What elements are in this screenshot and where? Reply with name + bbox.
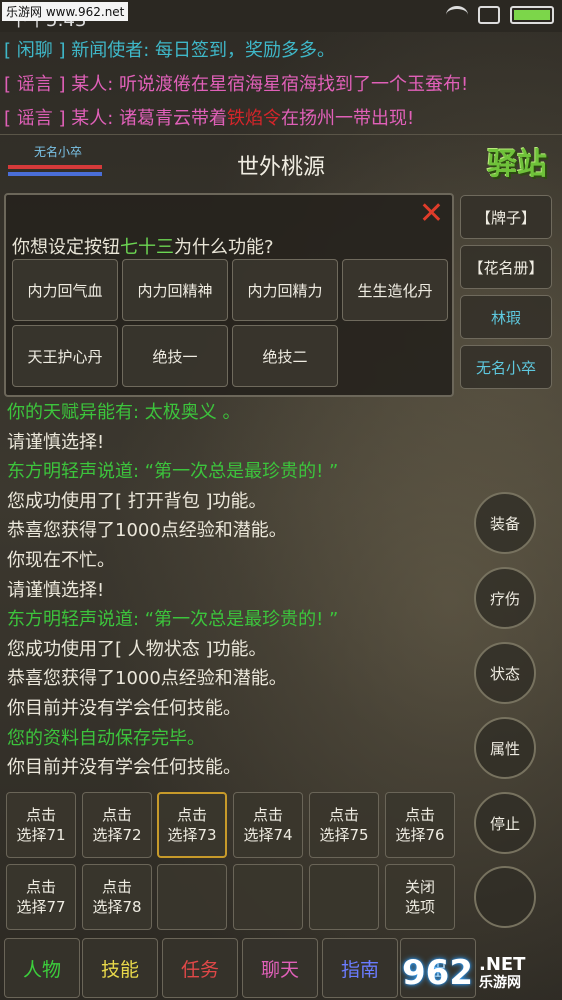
- wifi-icon: [446, 6, 468, 24]
- function-option[interactable]: 绝技二: [232, 325, 338, 387]
- function-option[interactable]: 生生造化丹: [342, 259, 448, 321]
- logo-suffix: .NET: [478, 954, 526, 975]
- choice-button[interactable]: 点击 选择71: [6, 792, 76, 858]
- log-line: 你的天赋异能有: 太极奥义 。: [7, 402, 241, 423]
- log-line: 东方明轻声说道: “第一次总是最珍贵的! ”: [7, 609, 339, 631]
- equip-button[interactable]: 装备: [474, 492, 536, 554]
- close-options-button[interactable]: 关闭 选项: [385, 864, 455, 930]
- sim-icon: [478, 6, 500, 24]
- nav-character[interactable]: 人物: [4, 938, 80, 998]
- function-option[interactable]: 绝技一: [122, 325, 228, 387]
- log-line: 您成功使用了[ 打开背包 ]功能。: [7, 490, 267, 512]
- logo-number: 962: [402, 953, 473, 993]
- logo-sub: 乐游网: [478, 975, 521, 991]
- location-title: 世外桃源: [236, 155, 325, 180]
- broadcast-text: 新闻使者: 每日签到，奖励多多。: [65, 40, 336, 61]
- function-option[interactable]: 内力回精力: [232, 259, 338, 321]
- status-icons: [446, 6, 554, 24]
- log-line: 恭喜您获得了1000点经验和潜能。: [7, 668, 287, 690]
- function-option[interactable]: 内力回精神: [122, 259, 228, 321]
- choice-button[interactable]: 点击 选择78: [82, 864, 152, 930]
- sign-button[interactable]: 【牌子】: [460, 195, 552, 239]
- function-option[interactable]: 内力回气血: [12, 259, 118, 321]
- location-header: 无名小卒 世外桃源 驿站: [0, 134, 562, 190]
- dialog-question: 你想设定按钮七十三为什么功能?: [12, 233, 274, 259]
- site-logo: 962 .NET 乐游网: [402, 948, 558, 998]
- nav-quests[interactable]: 任务: [162, 938, 238, 998]
- log-line: 请谨慎选择!: [7, 579, 105, 601]
- stop-button[interactable]: 停止: [474, 792, 536, 854]
- npc-button[interactable]: 林瑕: [460, 295, 552, 339]
- broadcast-text: 在扬州一带出现!: [281, 108, 415, 129]
- roster-button[interactable]: 【花名册】: [460, 245, 552, 289]
- log-line: 您的资料自动保存完毕。: [7, 727, 205, 749]
- choice-button[interactable]: 点击 选择72: [82, 792, 152, 858]
- log-line: 你目前并没有学会任何技能。: [7, 757, 241, 779]
- broadcast-messages: [ 闲聊 ] 新闻使者: 每日签到，奖励多多。[ 谣言 ] 某人: 听说渡倦在星…: [4, 34, 558, 136]
- item-name: 铁焰令: [227, 108, 282, 129]
- heal-button[interactable]: 疗伤: [474, 567, 536, 629]
- nav-chat[interactable]: 聊天: [242, 938, 318, 998]
- nav-skills[interactable]: 技能: [82, 938, 158, 998]
- choice-button[interactable]: 点击 选择74: [233, 792, 303, 858]
- log-line: 您成功使用了[ 人物状态 ]功能。: [7, 638, 267, 660]
- close-icon[interactable]: ✕: [419, 199, 444, 229]
- question-suffix: 为什么功能?: [174, 237, 274, 258]
- empty-button[interactable]: [474, 866, 536, 928]
- choice-button[interactable]: 点击 选择73: [157, 792, 227, 858]
- message-log: 你的天赋异能有: 太极奥义 。请谨慎选择! 东方明轻声说道: “第一次总是最珍贵的…: [4, 398, 454, 784]
- broadcast-line: [ 谣言 ] 某人: 听说渡倦在星宿海星宿海找到了一个玉蚕布!: [4, 68, 558, 102]
- broadcast-text: 某人: 诸葛青云带着: [65, 108, 228, 129]
- button-name: 七十三: [120, 237, 174, 258]
- empty-choice-slot[interactable]: [157, 864, 227, 930]
- broadcast-tag: [ 谣言 ]: [4, 74, 66, 95]
- broadcast-line: [ 闲聊 ] 新闻使者: 每日签到，奖励多多。: [4, 34, 558, 68]
- empty-choice-slot[interactable]: [233, 864, 303, 930]
- log-line: 你目前并没有学会任何技能。: [7, 697, 241, 719]
- choice-button[interactable]: 点击 选择75: [309, 792, 379, 858]
- log-line: 请谨慎选择!: [7, 431, 105, 453]
- function-setting-dialog: ✕ 你想设定按钮七十三为什么功能? 内力回气血 内力回精神 内力回精力 生生造化丹天王…: [4, 193, 454, 397]
- station-button[interactable]: 驿站: [484, 135, 550, 187]
- player-button[interactable]: 无名小卒: [460, 345, 552, 389]
- broadcast-tag: [ 谣言 ]: [4, 108, 66, 129]
- choice-button[interactable]: 点击 选择77: [6, 864, 76, 930]
- attribute-button[interactable]: 属性: [474, 717, 536, 779]
- question-prefix: 你想设定按钮: [12, 237, 120, 258]
- choice-button[interactable]: 点击 选择76: [385, 792, 455, 858]
- watermark: 乐游网 www.962.net: [2, 2, 129, 21]
- log-line: 东方明轻声说道: “第一次总是最珍贵的! ”: [7, 461, 339, 483]
- battery-icon: [510, 6, 554, 24]
- broadcast-tag: [ 闲聊 ]: [4, 40, 66, 61]
- log-line: 恭喜您获得了1000点经验和潜能。: [7, 520, 287, 542]
- broadcast-line: [ 谣言 ] 某人: 诸葛青云带着铁焰令在扬州一带出现!: [4, 102, 558, 136]
- status-button[interactable]: 状态: [474, 642, 536, 704]
- function-option[interactable]: 天王护心丹: [12, 325, 118, 387]
- log-line: 你现在不忙。: [7, 549, 115, 571]
- empty-choice-slot[interactable]: [309, 864, 379, 930]
- broadcast-text: 某人: 听说渡倦在星宿海星宿海找到了一个玉蚕布!: [65, 74, 469, 95]
- nav-guide[interactable]: 指南: [322, 938, 398, 998]
